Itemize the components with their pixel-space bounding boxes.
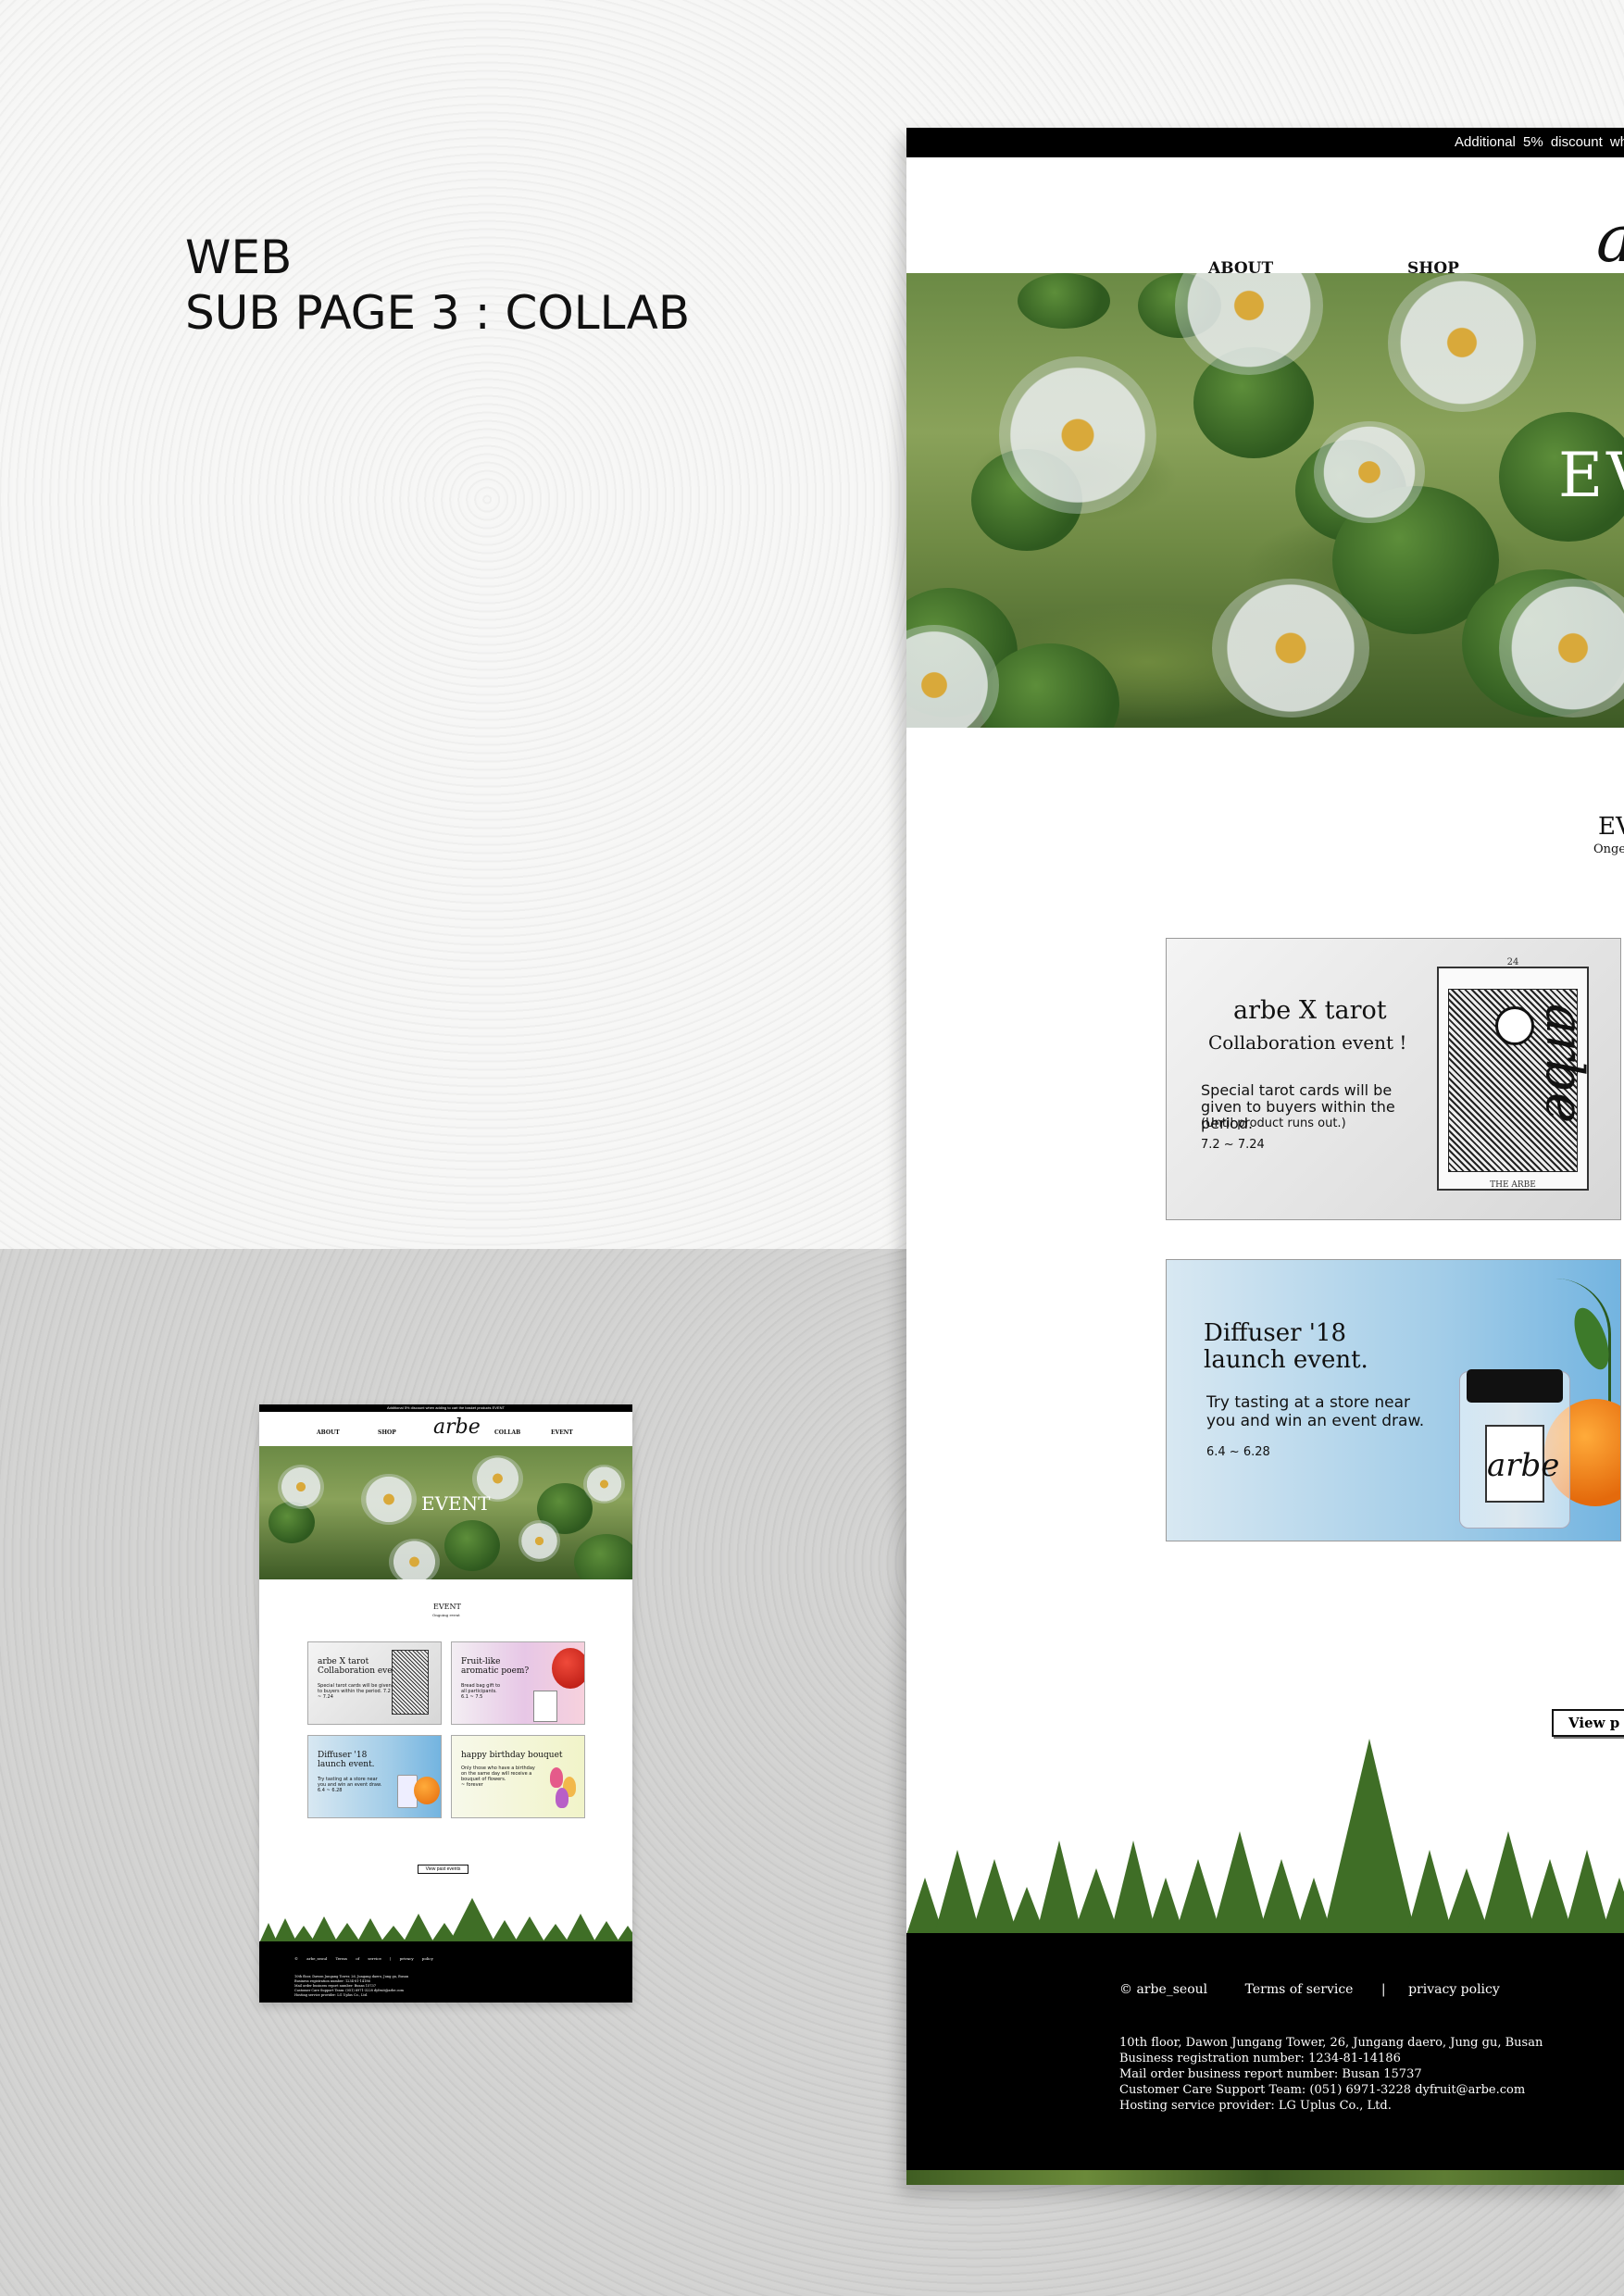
presentation-heading: WEB SUB PAGE 3 : COLLAB xyxy=(185,230,690,341)
small-event-card-aromatic[interactable]: Fruit-like aromatic poem? Bread bag gift… xyxy=(451,1641,585,1725)
small-announcement-bar: Additional 5% discount when adding to ca… xyxy=(259,1404,632,1412)
small-section-subtitle: Ongoing event xyxy=(432,1613,460,1617)
small-aromatic-title: Fruit-like aromatic poem? xyxy=(461,1657,530,1676)
footer-links: © arbe_seoul Terms of service | privacy … xyxy=(1119,1982,1500,1997)
small-footer-links[interactable]: © arbe_seoul Terms of service | privacy … xyxy=(294,1956,433,1961)
small-nav-shop[interactable]: SHOP xyxy=(378,1429,396,1436)
small-nav-collab[interactable]: COLLAB xyxy=(494,1429,520,1436)
hero-banner: EV xyxy=(906,273,1624,728)
small-orange xyxy=(414,1777,440,1804)
footer-company-info: 10th floor, Dawon Jungang Tower, 26, Jun… xyxy=(1119,2035,1543,2114)
tarot-card-number: 24 xyxy=(1506,957,1519,967)
hero-daisy xyxy=(1212,579,1369,718)
small-tulip xyxy=(550,1767,563,1788)
small-tarot-illustration xyxy=(392,1650,429,1715)
diffuser-description: Try tasting at a store near you and win … xyxy=(1206,1393,1425,1430)
small-diffuser-title: Diffuser '18 launch event. xyxy=(318,1751,375,1769)
small-hero-banner: EVENT xyxy=(259,1446,632,1579)
small-tulip xyxy=(556,1788,568,1808)
heading-line-1: WEB xyxy=(185,231,293,284)
small-hero-daisy xyxy=(361,1474,417,1525)
small-hero-daisy xyxy=(278,1465,324,1509)
diffuser-cap xyxy=(1467,1369,1563,1403)
section-title: EV xyxy=(1598,813,1624,841)
small-birthday-title: happy birthday bouquet xyxy=(461,1751,563,1760)
event-card-diffuser[interactable]: Diffuser '18 launch event. Try tasting a… xyxy=(1166,1259,1621,1541)
main-navigation: ABOUT SHOP a xyxy=(906,157,1624,278)
tarot-date: 7.2 ~ 7.24 xyxy=(1201,1138,1265,1152)
small-forest-silhouette xyxy=(259,1898,632,1943)
tarot-card-name: THE ARBE xyxy=(1490,1180,1536,1190)
diffuser-date: 6.4 ~ 6.28 xyxy=(1206,1445,1270,1459)
desktop-mockup-small: Additional 5% discount when adding to ca… xyxy=(259,1404,632,2003)
small-hero-daisy xyxy=(518,1520,560,1562)
footer-mail-order-number: Mail order business report number: Busan… xyxy=(1119,2067,1422,2081)
small-event-card-tarot[interactable]: arbe X tarot Collaboration event ! Speci… xyxy=(307,1641,442,1725)
small-aromatic-body: Bread bag gift to all participants. 6.1 … xyxy=(461,1683,501,1700)
hero-daisy xyxy=(1388,273,1536,412)
brand-logo[interactable]: a xyxy=(1596,206,1624,271)
announcement-bar: Additional 5% discount when a xyxy=(906,128,1624,157)
small-tarot-body: Special tarot cards will be given to buy… xyxy=(318,1683,392,1700)
small-hero-daisy xyxy=(583,1465,625,1504)
footer-grass-strip xyxy=(906,2170,1624,2185)
tarot-note: (Until product runs out.) xyxy=(1201,1117,1346,1130)
hero-daisy xyxy=(1314,421,1425,523)
small-apple-image xyxy=(552,1648,584,1689)
view-past-events-button[interactable]: View p xyxy=(1552,1709,1624,1737)
tarot-title: arbe X tarot xyxy=(1233,996,1387,1025)
footer-customer-care: Customer Care Support Team: (051) 6971-3… xyxy=(1119,2083,1526,2097)
footer-divider: | xyxy=(1380,1982,1386,1997)
diffuser-title: Diffuser '18 xyxy=(1204,1319,1347,1347)
hero-tree xyxy=(1018,273,1110,329)
small-event-card-birthday[interactable]: happy birthday bouquet Only those who ha… xyxy=(451,1735,585,1818)
desktop-mockup-large: Additional 5% discount when a ABOUT SHOP… xyxy=(906,128,1624,2185)
small-nav-about[interactable]: ABOUT xyxy=(317,1429,340,1436)
vertical-brand-logo: arbe xyxy=(1534,1004,1594,1124)
heading-line-2: SUB PAGE 3 : COLLAB xyxy=(185,286,691,340)
small-birthday-body: Only those who have a birthday on the sa… xyxy=(461,1766,535,1788)
small-hero-daisy xyxy=(389,1539,440,1579)
small-footer-company-info: 10th floor, Dawon Jungang Tower, 26, Jun… xyxy=(294,1975,408,1998)
moon-icon xyxy=(1495,1006,1534,1045)
forest-silhouette xyxy=(906,1739,1624,1935)
hero-daisy xyxy=(999,356,1156,514)
footer-address: 10th floor, Dawon Jungang Tower, 26, Jun… xyxy=(1119,2036,1543,2050)
footer-copyright-link[interactable]: © arbe_seoul xyxy=(1119,1982,1207,1997)
small-nav-event[interactable]: EVENT xyxy=(551,1429,573,1436)
small-hero-title: EVENT xyxy=(421,1492,491,1515)
diffuser-subtitle: launch event. xyxy=(1204,1346,1368,1374)
small-view-past-events-button[interactable]: View past events xyxy=(418,1865,468,1874)
small-brand-logo[interactable]: arbe xyxy=(433,1416,481,1439)
footer-hosting-provider: Hosting service provider: LG Uplus Co., … xyxy=(1119,2099,1392,2113)
small-footer-hosting-provider: Hosting service provider: LG Uplus Co., … xyxy=(294,1993,369,1997)
tarot-subtitle: Collaboration event ! xyxy=(1208,1031,1407,1054)
event-card-tarot[interactable]: arbe X tarot Collaboration event ! Speci… xyxy=(1166,938,1621,1220)
small-hero-tree xyxy=(574,1534,632,1579)
hero-daisy xyxy=(1175,273,1323,375)
footer-terms-link[interactable]: Terms of service xyxy=(1245,1982,1354,1997)
footer-business-number: Business registration number: 1234-81-14… xyxy=(1119,2052,1401,2065)
small-section-title: EVENT xyxy=(433,1603,461,1611)
small-diffuser-body: Try tasting at a store near you and win … xyxy=(318,1777,382,1793)
small-product-image xyxy=(533,1691,557,1722)
small-hero-tree xyxy=(444,1520,500,1571)
footer-privacy-link[interactable]: privacy policy xyxy=(1408,1982,1500,1997)
small-event-card-diffuser[interactable]: Diffuser '18 launch event. Try tasting a… xyxy=(307,1735,442,1818)
section-subtitle: Onge xyxy=(1593,842,1624,856)
diffuser-label: arbe xyxy=(1485,1425,1559,1503)
hero-title: EV xyxy=(1558,440,1624,511)
